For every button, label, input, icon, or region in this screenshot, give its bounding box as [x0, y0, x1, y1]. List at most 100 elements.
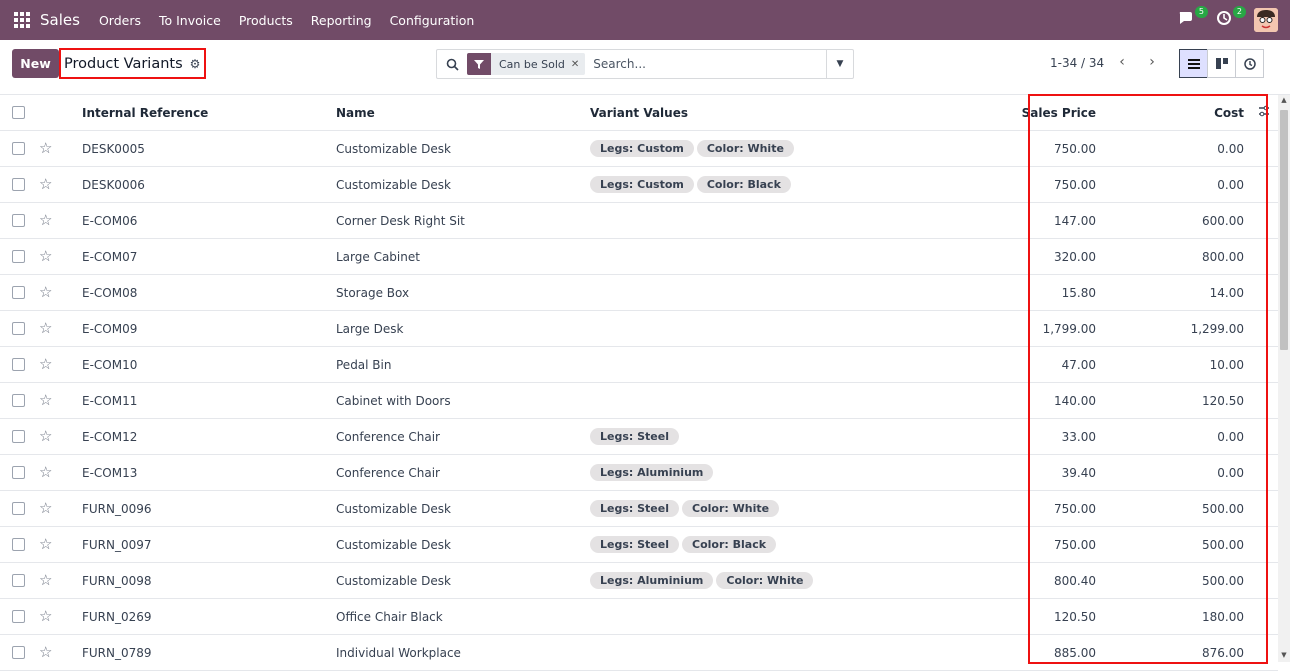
row-checkbox[interactable]	[12, 286, 25, 299]
menu-orders[interactable]: Orders	[99, 13, 141, 28]
cell-internal-reference: DESK0006	[82, 177, 145, 192]
table-row[interactable]: ☆ FURN_0098 Customizable Desk Legs: Alumini…	[0, 563, 1278, 599]
row-checkbox[interactable]	[12, 646, 25, 659]
cell-name: Cabinet with Doors	[336, 393, 451, 408]
cell-cost: 500.00	[1202, 537, 1244, 552]
cell-internal-reference: E-COM08	[82, 285, 138, 300]
cell-name: Customizable Desk	[336, 141, 451, 156]
header-variant-values[interactable]: Variant Values	[590, 106, 688, 120]
header-sales-price[interactable]: Sales Price	[1022, 106, 1096, 120]
app-brand[interactable]: Sales	[40, 11, 80, 29]
chevron-right-icon[interactable]: ›	[1141, 51, 1163, 73]
pager-value[interactable]: 1-34 / 34	[1050, 56, 1104, 70]
star-icon[interactable]: ☆	[39, 321, 52, 336]
table-row[interactable]: ☆ FURN_0097 Customizable Desk Legs: Steel Co…	[0, 527, 1278, 563]
cell-internal-reference: E-COM11	[82, 393, 138, 408]
variant-tag: Legs: Aluminium	[590, 464, 714, 481]
cell-name: Customizable Desk	[336, 573, 451, 588]
star-icon[interactable]: ☆	[39, 501, 52, 516]
gear-icon[interactable]: ⚙	[190, 57, 201, 71]
scroll-down-icon[interactable]: ▼	[1280, 651, 1288, 661]
table-row[interactable]: ☆ E-COM13 Conference Chair Legs: Aluminium 3…	[0, 455, 1278, 491]
header-name[interactable]: Name	[336, 106, 375, 120]
table-row[interactable]: ☆ E-COM08 Storage Box 15.80 14.00	[0, 275, 1278, 311]
scroll-up-icon[interactable]: ▲	[1280, 96, 1288, 106]
variant-tag: Color: White	[696, 140, 794, 157]
row-checkbox[interactable]	[12, 610, 25, 623]
cell-cost: 600.00	[1202, 213, 1244, 228]
chevron-left-icon[interactable]: ‹	[1111, 51, 1133, 73]
header-internal-reference[interactable]: Internal Reference	[82, 106, 208, 120]
row-checkbox[interactable]	[12, 358, 25, 371]
app-menu-icon[interactable]	[13, 11, 31, 29]
menu-reporting[interactable]: Reporting	[311, 13, 372, 28]
list-view-icon[interactable]	[1179, 49, 1208, 78]
star-icon[interactable]: ☆	[39, 177, 52, 192]
star-icon[interactable]: ☆	[39, 609, 52, 624]
table-row[interactable]: ☆ DESK0006 Customizable Desk Legs: Custom Co…	[0, 167, 1278, 203]
cell-sales-price: 750.00	[1054, 501, 1096, 516]
optional-columns-icon[interactable]	[1258, 105, 1270, 120]
select-all-checkbox[interactable]	[12, 106, 25, 119]
table-row[interactable]: ☆ DESK0005 Customizable Desk Legs: Custom Co…	[0, 131, 1278, 167]
row-checkbox[interactable]	[12, 430, 25, 443]
star-icon[interactable]: ☆	[39, 393, 52, 408]
row-checkbox[interactable]	[12, 178, 25, 191]
messages-icon[interactable]: 5	[1178, 6, 1208, 30]
star-icon[interactable]: ☆	[39, 213, 52, 228]
table-row[interactable]: ☆ FURN_0789 Individual Workplace 885.00 876.…	[0, 635, 1278, 671]
table-row[interactable]: ☆ E-COM11 Cabinet with Doors 140.00 120.50	[0, 383, 1278, 419]
row-checkbox[interactable]	[12, 574, 25, 587]
header-cost[interactable]: Cost	[1214, 106, 1244, 120]
activities-icon[interactable]: 2	[1216, 6, 1246, 30]
cell-name: Customizable Desk	[336, 177, 451, 192]
cell-name: Corner Desk Right Sit	[336, 213, 465, 228]
star-icon[interactable]: ☆	[39, 537, 52, 552]
star-icon[interactable]: ☆	[39, 285, 52, 300]
star-icon[interactable]: ☆	[39, 249, 52, 264]
row-checkbox[interactable]	[12, 394, 25, 407]
table-row[interactable]: ☆ E-COM07 Large Cabinet 320.00 800.00	[0, 239, 1278, 275]
view-switcher	[1179, 49, 1264, 78]
star-icon[interactable]: ☆	[39, 465, 52, 480]
row-checkbox[interactable]	[12, 466, 25, 479]
table-row[interactable]: ☆ FURN_0269 Office Chair Black 120.50 180.00	[0, 599, 1278, 635]
remove-facet-icon[interactable]: ✕	[571, 59, 585, 70]
star-icon[interactable]: ☆	[39, 357, 52, 372]
cell-internal-reference: E-COM13	[82, 465, 138, 480]
search-icon[interactable]	[437, 58, 467, 71]
top-navbar: Sales Orders To Invoice Products Reporti…	[0, 0, 1290, 40]
search-input[interactable]	[593, 57, 824, 71]
variant-tag: Color: Black	[696, 176, 791, 193]
activity-view-icon[interactable]	[1235, 49, 1264, 78]
scrollbar-thumb[interactable]	[1280, 110, 1288, 350]
menu-to-invoice[interactable]: To Invoice	[159, 13, 221, 28]
table-row[interactable]: ☆ E-COM12 Conference Chair Legs: Steel 33.00…	[0, 419, 1278, 455]
menu-products[interactable]: Products	[239, 13, 293, 28]
user-avatar[interactable]	[1254, 8, 1278, 32]
star-icon[interactable]: ☆	[39, 429, 52, 444]
table-row[interactable]: ☆ FURN_0096 Customizable Desk Legs: Steel Co…	[0, 491, 1278, 527]
cell-variant-values: Legs: Custom Color: Black	[590, 176, 791, 193]
row-checkbox[interactable]	[12, 214, 25, 227]
row-checkbox[interactable]	[12, 142, 25, 155]
row-checkbox[interactable]	[12, 250, 25, 263]
row-checkbox[interactable]	[12, 322, 25, 335]
star-icon[interactable]: ☆	[39, 645, 52, 660]
new-button[interactable]: New	[12, 49, 59, 78]
menu-configuration[interactable]: Configuration	[390, 13, 475, 28]
star-icon[interactable]: ☆	[39, 141, 52, 156]
star-icon[interactable]: ☆	[39, 573, 52, 588]
table-row[interactable]: ☆ E-COM06 Corner Desk Right Sit 147.00 600.0…	[0, 203, 1278, 239]
row-checkbox[interactable]	[12, 538, 25, 551]
kanban-view-icon[interactable]	[1207, 49, 1236, 78]
cell-sales-price: 120.50	[1054, 609, 1096, 624]
table-row[interactable]: ☆ E-COM10 Pedal Bin 47.00 10.00	[0, 347, 1278, 383]
cell-cost: 0.00	[1217, 429, 1244, 444]
cell-sales-price: 147.00	[1054, 213, 1096, 228]
search-options-toggle[interactable]: ▼	[826, 50, 853, 78]
table-header: Internal Reference Name Variant Values S…	[0, 95, 1278, 131]
vertical-scrollbar[interactable]: ▲ ▼	[1278, 95, 1290, 662]
row-checkbox[interactable]	[12, 502, 25, 515]
table-row[interactable]: ☆ E-COM09 Large Desk 1,799.00 1,299.00	[0, 311, 1278, 347]
